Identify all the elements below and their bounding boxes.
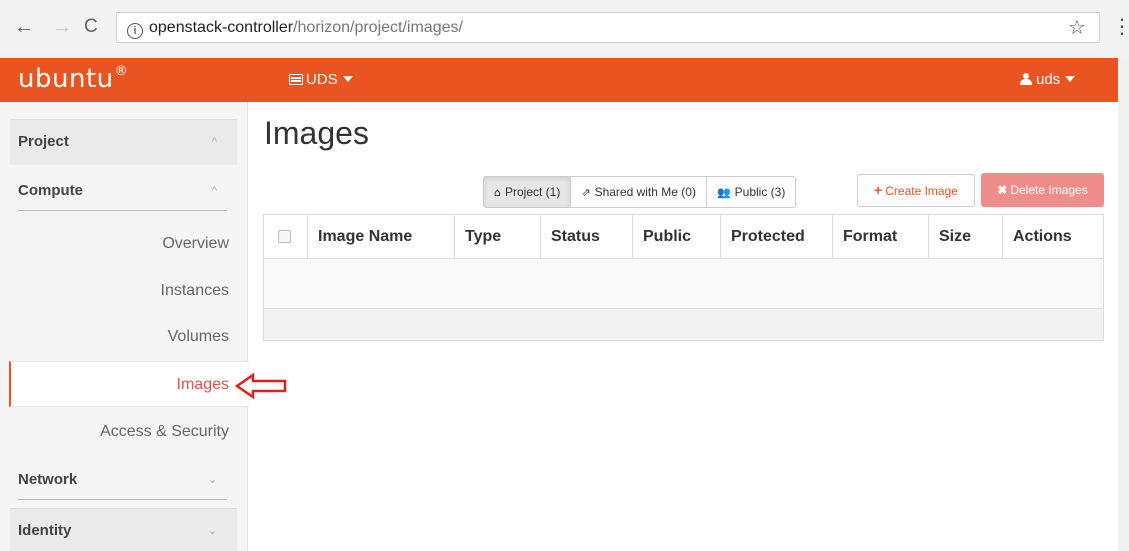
sidebar-item-overview[interactable]: Overview	[10, 221, 237, 267]
column-header-actions: Actions	[1013, 228, 1072, 245]
column-header-protected[interactable]: Protected	[721, 215, 833, 258]
divider	[18, 210, 227, 211]
ubuntu-logo[interactable]: ubuntu®	[18, 64, 128, 94]
column-header-status[interactable]: Status	[541, 215, 633, 258]
group-icon: 👥	[716, 186, 731, 199]
sidebar-section-project[interactable]: Project ^	[10, 119, 237, 165]
sidebar-item-images[interactable]: Images	[9, 361, 249, 407]
sidebar-section-label: Identity	[18, 522, 72, 539]
annotation-arrow-icon	[235, 372, 287, 400]
chevron-up-icon: ^	[211, 136, 217, 148]
filter-label: Project (1)	[504, 185, 561, 199]
create-image-label: Create Image	[885, 184, 958, 198]
sidebar-section-label: Compute	[18, 182, 83, 199]
home-icon: ⌂	[494, 186, 501, 199]
user-icon	[1020, 73, 1032, 85]
chevron-down-icon	[342, 76, 353, 82]
sidebar-section-identity[interactable]: Identity ⌄	[10, 508, 237, 551]
bookmark-star-icon[interactable]: ☆	[1068, 17, 1086, 37]
filter-label: Shared with Me (0)	[594, 185, 696, 199]
column-header-size[interactable]: Size	[929, 215, 1003, 258]
delete-images-label: Delete Images	[1010, 183, 1088, 197]
page-scrollbar[interactable]	[1118, 58, 1129, 551]
sidebar-section-label: Network	[18, 471, 78, 488]
column-header-format[interactable]: Format	[833, 215, 929, 258]
create-image-button[interactable]: + Create Image	[857, 174, 975, 207]
info-icon[interactable]: i	[127, 23, 143, 39]
back-icon[interactable]: ←	[14, 17, 34, 37]
chevron-down-icon	[1065, 76, 1076, 82]
sidebar-item-instances[interactable]: Instances	[10, 268, 237, 314]
filter-label: Public (3)	[734, 185, 786, 199]
chevron-down-icon: ⌄	[207, 525, 217, 537]
project-switcher[interactable]: UDS	[289, 71, 353, 88]
url-path: /horizon/project/images/	[293, 19, 463, 36]
images-table: Image Name Type Status Public Protected …	[263, 214, 1104, 341]
select-all-cell	[264, 215, 308, 258]
column-header-public[interactable]: Public	[633, 215, 721, 258]
address-bar[interactable]: i openstack-controller/horizon/project/im…	[116, 12, 1100, 43]
logo-mark: ®	[114, 64, 129, 79]
top-navbar: ubuntu® UDS uds	[0, 58, 1118, 102]
project-switcher-label: UDS	[306, 71, 338, 88]
image-filter-group: ⌂ Project (1) ⇗ Shared with Me (0) 👥 Public…	[483, 176, 797, 208]
filter-public-button[interactable]: 👥 Public (3)	[705, 176, 797, 208]
column-header-type[interactable]: Type	[455, 215, 541, 258]
table-row	[264, 259, 1103, 309]
sidebar-section-compute[interactable]: Compute ^	[10, 169, 237, 215]
page-title: Images	[264, 115, 369, 151]
url-host: openstack-controller	[149, 19, 294, 36]
sidebar: Project ^ Compute ^ Overview Instances V…	[0, 102, 249, 551]
reload-icon[interactable]: C	[84, 17, 98, 37]
forward-icon[interactable]: →	[52, 17, 72, 37]
project-list-icon	[289, 74, 303, 85]
plus-icon: +	[874, 182, 883, 198]
chevron-down-icon: ⌄	[207, 474, 217, 486]
delete-images-button[interactable]: ✖ Delete Images	[981, 173, 1104, 207]
sidebar-section-label: Project	[18, 133, 69, 150]
column-header-image-name[interactable]: Image Name	[308, 215, 455, 258]
share-icon: ⇗	[581, 186, 591, 199]
chevron-up-icon: ^	[211, 185, 217, 197]
user-menu[interactable]: uds	[1020, 71, 1076, 88]
sidebar-item-volumes[interactable]: Volumes	[10, 314, 237, 360]
table-header: Image Name Type Status Public Protected …	[264, 215, 1103, 259]
filter-project-button[interactable]: ⌂ Project (1)	[483, 176, 572, 208]
filter-shared-button[interactable]: ⇗ Shared with Me (0)	[570, 176, 707, 208]
browser-toolbar: ← → C i openstack-controller/horizon/proj…	[0, 0, 1129, 58]
browser-menu-icon[interactable]: ⋮	[1112, 16, 1129, 36]
divider	[18, 499, 227, 500]
close-icon: ✖	[997, 183, 1008, 197]
user-menu-label: uds	[1036, 71, 1061, 88]
sidebar-section-network[interactable]: Network ⌄	[10, 458, 237, 504]
select-all-checkbox[interactable]	[278, 230, 291, 243]
sidebar-item-access-security[interactable]: Access & Security	[10, 409, 237, 455]
table-footer	[264, 309, 1103, 340]
